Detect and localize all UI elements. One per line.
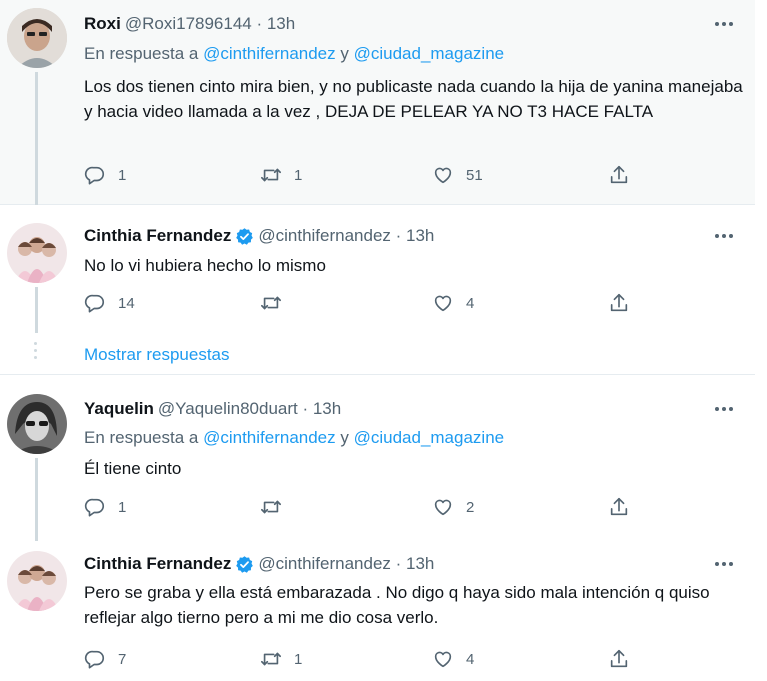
share-icon [608, 164, 630, 186]
more-icon[interactable] [715, 22, 733, 26]
reply-count: 1 [118, 166, 127, 184]
like-button[interactable]: 4 [432, 648, 474, 670]
reply-context: En respuesta a @cinthifernandez y @ciuda… [84, 427, 504, 449]
handle-time[interactable]: @Roxi17896144 · 13h [125, 13, 295, 35]
tweet-header: Cinthia Fernandez @cinthifernandez · 13h [84, 553, 434, 575]
like-count: 4 [466, 294, 475, 312]
like-button[interactable]: 4 [432, 292, 474, 314]
retweet-button[interactable] [260, 496, 294, 518]
retweet-button[interactable]: 1 [260, 164, 302, 186]
display-name[interactable]: Roxi [84, 13, 121, 35]
like-icon [432, 292, 454, 314]
reply-and: y [335, 44, 354, 63]
tweet-text: Pero se graba y ella está embarazada . N… [84, 583, 710, 627]
share-icon [608, 292, 630, 314]
avatar-image [7, 223, 67, 283]
retweet-count: 1 [294, 166, 303, 184]
show-replies-link[interactable]: Mostrar respuestas [84, 345, 230, 365]
reply-prefix: En respuesta a [84, 44, 204, 63]
display-name[interactable]: Cinthia Fernandez [84, 553, 231, 575]
share-button[interactable] [608, 496, 630, 518]
tweet-cinthia-2[interactable]: Cinthia Fernandez @cinthifernandez · 13h… [0, 541, 755, 681]
like-count: 2 [466, 498, 475, 516]
tweet-roxi[interactable]: Roxi @Roxi17896144 · 13h En respuesta a … [0, 0, 755, 205]
action-bar: 1 2 [84, 496, 644, 520]
thread-gap-dots [34, 342, 38, 363]
retweet-icon [260, 292, 282, 314]
reply-count: 7 [118, 650, 127, 668]
reply-button[interactable]: 7 [84, 648, 126, 670]
avatar[interactable] [7, 8, 67, 68]
reply-user-link[interactable]: @ciudad_magazine [354, 44, 505, 63]
retweet-icon [260, 648, 282, 670]
more-icon[interactable] [715, 407, 733, 411]
tweet-text: No lo vi hubiera hecho lo mismo [84, 256, 326, 275]
reply-and: y [335, 428, 354, 447]
reply-button[interactable]: 1 [84, 164, 126, 186]
reply-button[interactable]: 14 [84, 292, 135, 314]
share-icon [608, 648, 630, 670]
retweet-icon [260, 496, 282, 518]
action-bar: 1 1 51 [84, 164, 644, 188]
like-button[interactable]: 51 [432, 164, 483, 186]
reply-button[interactable]: 1 [84, 496, 126, 518]
handle-time[interactable]: @cinthifernandez · 13h [258, 553, 434, 575]
thread-line [35, 72, 38, 205]
more-icon[interactable] [715, 234, 733, 238]
reply-count: 14 [118, 294, 135, 312]
reply-prefix: En respuesta a [84, 428, 204, 447]
tweet-cinthia-1[interactable]: Cinthia Fernandez @cinthifernandez · 13h… [0, 205, 755, 375]
verified-icon [235, 227, 254, 246]
avatar-image [7, 394, 67, 454]
like-icon [432, 164, 454, 186]
reply-count: 1 [118, 498, 127, 516]
reply-icon [84, 164, 106, 186]
more-icon[interactable] [715, 562, 733, 566]
avatar-image [7, 551, 67, 611]
tweet-yaquelin[interactable]: Yaquelin @Yaquelin80duart · 13h En respu… [0, 376, 755, 541]
retweet-count: 1 [294, 650, 303, 668]
action-bar: 7 1 4 [84, 648, 644, 672]
tweet-header: Cinthia Fernandez @cinthifernandez · 13h [84, 225, 434, 247]
reply-user-link[interactable]: @cinthifernandez [203, 44, 336, 63]
avatar[interactable] [7, 223, 67, 283]
like-count: 4 [466, 650, 475, 668]
retweet-icon [260, 164, 282, 186]
display-name[interactable]: Cinthia Fernandez [84, 225, 231, 247]
thread-line [35, 458, 38, 541]
like-icon [432, 496, 454, 518]
like-count: 51 [466, 166, 483, 184]
handle-time[interactable]: @cinthifernandez · 13h [258, 225, 434, 247]
reply-icon [84, 496, 106, 518]
retweet-button[interactable] [260, 292, 294, 314]
tweet-header: Yaquelin @Yaquelin80duart · 13h [84, 398, 341, 420]
avatar-image [7, 8, 67, 68]
like-button[interactable]: 2 [432, 496, 474, 518]
handle-time[interactable]: @Yaquelin80duart · 13h [158, 398, 341, 420]
share-button[interactable] [608, 164, 630, 186]
action-bar: 14 4 [84, 292, 644, 316]
like-icon [432, 648, 454, 670]
verified-icon [235, 555, 254, 574]
avatar[interactable] [7, 394, 67, 454]
avatar[interactable] [7, 551, 67, 611]
share-button[interactable] [608, 292, 630, 314]
reply-icon [84, 648, 106, 670]
retweet-button[interactable]: 1 [260, 648, 302, 670]
share-icon [608, 496, 630, 518]
tweet-text: Él tiene cinto [84, 459, 182, 478]
reply-icon [84, 292, 106, 314]
tweet-header: Roxi @Roxi17896144 · 13h [84, 13, 295, 35]
reply-context: En respuesta a @cinthifernandez y @ciuda… [84, 43, 504, 65]
thread-line [35, 287, 38, 333]
tweet-text: Los dos tienen cinto mira bien, y no pub… [84, 77, 743, 121]
share-button[interactable] [608, 648, 630, 670]
reply-user-link[interactable]: @cinthifernandez [203, 428, 336, 447]
display-name[interactable]: Yaquelin [84, 398, 154, 420]
reply-user-link[interactable]: @ciudad_magazine [354, 428, 505, 447]
